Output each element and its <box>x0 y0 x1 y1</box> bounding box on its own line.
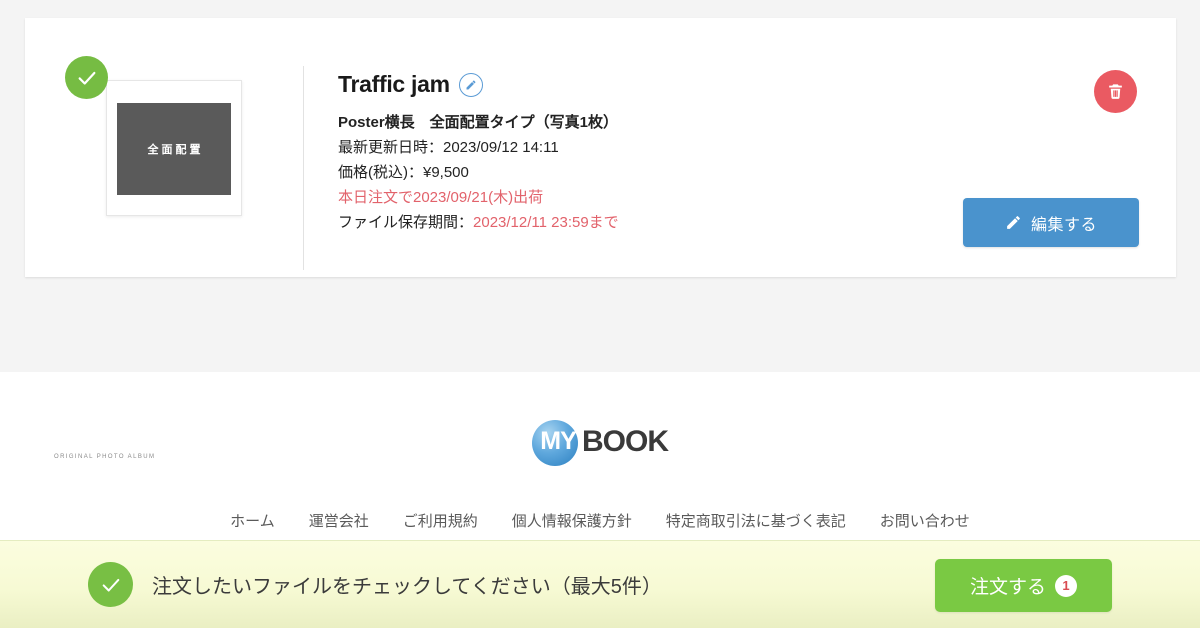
bottom-bar-status-icon <box>88 562 133 607</box>
last-updated-line: 最新更新日時：2023/09/12 14:11 <box>338 139 559 157</box>
file-retention-line: ファイル保存期間：2023/12/11 23:59まで <box>338 210 978 235</box>
order-button[interactable]: 注文する 1 <box>935 559 1112 612</box>
order-count-badge: 1 <box>1055 574 1077 597</box>
footer-link-company[interactable]: 運営会社 <box>309 510 369 531</box>
product-type-line: Poster横長 全面配置タイプ（写真1枚） <box>338 114 619 132</box>
thumbnail-column: 全面配置 <box>65 56 265 236</box>
footer-link-terms[interactable]: ご利用規約 <box>403 510 478 531</box>
site-footer: MY BOOK ORIGINAL PHOTO ALBUM ホーム 運営会社 ご利… <box>0 372 1200 540</box>
logo-tagline: ORIGINAL PHOTO ALBUM <box>54 454 156 460</box>
file-thumbnail[interactable]: 全面配置 <box>106 80 242 216</box>
footer-logo-wrap: MY BOOK ORIGINAL PHOTO ALBUM <box>0 420 1200 466</box>
file-retention-label: ファイル保存期間： <box>338 214 474 232</box>
mybook-logo[interactable]: MY BOOK ORIGINAL PHOTO ALBUM <box>54 420 669 466</box>
file-details: Traffic jam Poster横長 全面配置タイプ（写真1枚） 最新更新日… <box>338 71 978 235</box>
select-file-checkbox[interactable] <box>65 56 108 99</box>
delete-file-button[interactable] <box>1094 70 1137 113</box>
edit-file-button-label: 編集する <box>1030 216 1097 234</box>
thumbnail-layout-label: 全面配置 <box>147 144 204 156</box>
check-icon <box>78 71 95 85</box>
footer-link-privacy[interactable]: 個人情報保護方針 <box>512 510 632 531</box>
order-button-label: 注文する <box>969 577 1046 598</box>
bottom-bar-message: 注文したいファイルをチェックしてください（最大5件） <box>152 576 662 598</box>
shipping-notice-line: 本日注文で2023/09/21(木)出荷 <box>338 189 544 207</box>
footer-link-contact[interactable]: お問い合わせ <box>880 510 970 531</box>
footer-link-commercial-law[interactable]: 特定商取引法に基づく表記 <box>666 510 846 531</box>
file-retention-value: 2023/12/11 23:59まで <box>473 214 619 232</box>
page-root: 全面配置 Traffic jam Poster横長 全面配置タイプ（写真1枚） … <box>0 0 1200 628</box>
footer-link-home[interactable]: ホーム <box>230 510 275 531</box>
card-divider <box>303 66 304 270</box>
check-icon <box>102 578 119 592</box>
logo-mark: MY <box>532 420 584 466</box>
price-line: 価格(税込)：¥9,500 <box>338 164 469 182</box>
logo-my-text: MY <box>540 427 577 455</box>
edit-file-button[interactable]: 編集する <box>963 198 1139 247</box>
footer-nav: ホーム 運営会社 ご利用規約 個人情報保護方針 特定商取引法に基づく表記 お問い… <box>0 510 1200 531</box>
logo-book-text: BOOK <box>582 425 669 458</box>
thumbnail-preview: 全面配置 <box>117 103 231 195</box>
pencil-icon <box>1007 216 1020 229</box>
title-row: Traffic jam <box>338 71 978 97</box>
trash-icon <box>1109 84 1122 99</box>
pencil-glyph-icon <box>466 80 476 90</box>
pencil-circle-icon[interactable] <box>458 72 483 97</box>
page-title: Traffic jam <box>338 71 450 97</box>
file-item-card: 全面配置 Traffic jam Poster横長 全面配置タイプ（写真1枚） … <box>25 18 1176 277</box>
